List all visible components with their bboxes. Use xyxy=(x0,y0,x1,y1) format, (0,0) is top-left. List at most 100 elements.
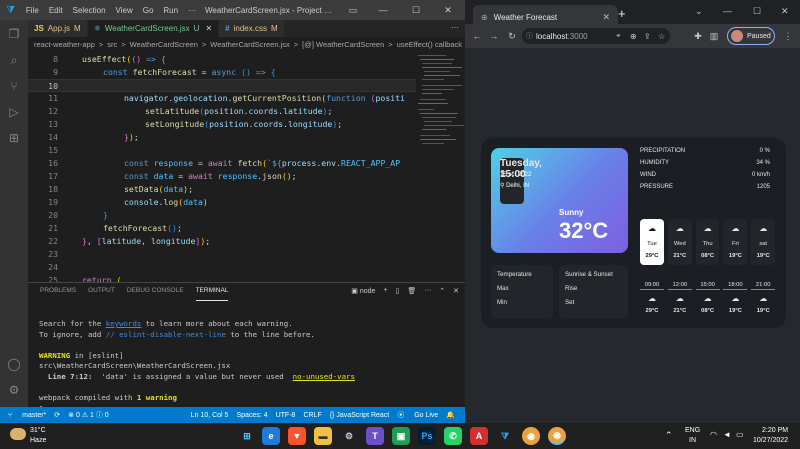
trash-icon[interactable]: 🗑 xyxy=(407,287,416,295)
clock-time[interactable]: 2:20 PM xyxy=(762,427,788,434)
app-icon[interactable]: ▣ xyxy=(392,427,410,445)
close-panel-icon[interactable]: ✕ xyxy=(453,287,459,295)
share-icon[interactable]: ⇪ xyxy=(644,32,651,41)
clock-date[interactable]: 10/27/2022 xyxy=(753,437,788,444)
code-editor[interactable]: 8 useEffect(() => { 9 const fetchForecast … xyxy=(28,51,465,282)
forward-arrow-icon[interactable]: → xyxy=(487,29,501,43)
menu-run[interactable]: Run xyxy=(158,6,183,15)
hour-forecast[interactable]: 18:00 ☁ 19°C xyxy=(723,280,748,320)
volume-icon[interactable]: ◄ xyxy=(723,430,731,439)
hour-forecast[interactable]: 12:00 ☁ 21°C xyxy=(667,280,692,320)
sidebar-icon[interactable]: ▥ xyxy=(707,29,721,43)
close-icon[interactable]: ✕ xyxy=(205,24,212,33)
account-icon[interactable]: ◯ xyxy=(6,356,22,372)
brave-icon[interactable]: ▼ xyxy=(288,427,306,445)
minimap[interactable] xyxy=(416,51,465,282)
reload-icon[interactable]: ↻ xyxy=(505,29,519,43)
lang-bottom[interactable]: IN xyxy=(689,437,696,444)
close-tab-icon[interactable]: ✕ xyxy=(602,12,610,23)
day-forecast[interactable]: ☁ Thu 08°C xyxy=(695,219,720,265)
tab-weathercardscreen-jsx[interactable]: ⚛ WeatherCardScreen.jsx U ✕ xyxy=(87,20,220,37)
hour-forecast[interactable]: 15:00 ☁ 08°C xyxy=(695,280,720,320)
extensions-icon[interactable]: ✚ xyxy=(691,29,705,43)
more-actions-icon[interactable]: ··· xyxy=(451,23,459,32)
tab-problems[interactable]: PROBLEMS xyxy=(40,287,76,301)
terminal-output[interactable]: Search for the keywords to learn more ab… xyxy=(39,319,355,414)
run-debug-icon[interactable]: ▷ xyxy=(6,104,22,120)
breadcrumb-item[interactable]: react-weather-app xyxy=(34,40,95,49)
menu-more[interactable]: ··· xyxy=(183,6,201,15)
day-forecast[interactable]: ☁ Tue 29°C xyxy=(640,219,664,265)
terminal-link[interactable]: keywords xyxy=(106,319,142,328)
day-forecast[interactable]: ☁ Wed 21°C xyxy=(667,219,692,265)
tab-index-css[interactable]: # index.css M xyxy=(219,20,285,37)
settings-icon[interactable]: ⚙ xyxy=(340,427,358,445)
breadcrumb-item[interactable]: src xyxy=(107,40,117,49)
back-arrow-icon[interactable]: ← xyxy=(470,29,484,43)
maximize-panel-icon[interactable]: ⌃ xyxy=(439,287,445,295)
teams-icon[interactable]: T xyxy=(366,427,384,445)
chrome-icon[interactable]: ◉ xyxy=(522,427,540,445)
settings-gear-icon[interactable]: ⚙ xyxy=(6,382,22,398)
terminal-shell-icon[interactable]: ▣ node xyxy=(351,287,375,295)
more-actions-icon[interactable]: ··· xyxy=(424,287,431,295)
close-window-button[interactable]: ✕ xyxy=(781,6,789,17)
zoom-icon[interactable]: ⊕ xyxy=(630,32,637,41)
profile-button[interactable]: Paused xyxy=(727,27,775,45)
menu-edit[interactable]: Edit xyxy=(44,6,68,15)
breadcrumb-item[interactable]: useEffect() callback xyxy=(397,40,462,49)
hour-forecast[interactable]: 09:00 ☁ 29°C xyxy=(640,280,664,320)
minimize-button[interactable]: — xyxy=(723,6,732,16)
whatsapp-icon[interactable]: ✆ xyxy=(444,427,462,445)
language-mode[interactable]: {} JavaScript React xyxy=(330,412,390,419)
edge-icon[interactable]: e xyxy=(262,427,280,445)
maximize-button[interactable]: ☐ xyxy=(753,6,761,17)
problems-status[interactable]: ⊗ 0 ⚠ 1 ⓘ 0 xyxy=(68,410,109,420)
vscode-icon[interactable]: ⧩ xyxy=(496,427,514,445)
bookmark-star-icon[interactable]: ☆ xyxy=(658,32,665,41)
tab-search-icon[interactable]: ⌄ xyxy=(695,6,703,17)
menu-go[interactable]: Go xyxy=(138,6,159,15)
explorer-icon[interactable]: ❐ xyxy=(6,26,22,42)
terminal-link[interactable]: no-unused-vars xyxy=(293,372,355,381)
new-tab-button[interactable]: + xyxy=(618,6,626,21)
split-terminal-icon[interactable]: ▯ xyxy=(396,287,400,295)
menu-view[interactable]: View xyxy=(111,6,138,15)
maximize-button[interactable]: ☐ xyxy=(405,0,427,20)
git-branch[interactable]: ⑂ master* xyxy=(8,412,46,419)
battery-icon[interactable]: ▭ xyxy=(736,430,744,439)
wifi-icon[interactable]: ◠ xyxy=(710,430,717,439)
notifications-bell-icon[interactable]: 🔔 xyxy=(446,411,455,419)
cursor-position[interactable]: Ln 10, Col 5 xyxy=(191,412,229,419)
sync-icon[interactable]: ⟳ xyxy=(54,411,60,419)
close-button[interactable]: ✕ xyxy=(437,0,459,20)
hour-forecast[interactable]: 21:00 ☁ 19°C xyxy=(751,280,776,320)
go-live-button[interactable]: ⦿ Go Live xyxy=(397,410,438,420)
tab-debug-console[interactable]: DEBUG CONSOLE xyxy=(127,287,184,301)
line-ending[interactable]: CRLF xyxy=(303,412,321,419)
site-info-icon[interactable]: ⓘ xyxy=(526,31,533,41)
chevron-up-icon[interactable]: ⌃ xyxy=(665,430,673,441)
tab-terminal[interactable]: TERMINAL xyxy=(195,287,229,301)
minimize-button[interactable]: — xyxy=(372,0,394,20)
menu-file[interactable]: File xyxy=(21,6,44,15)
angular-icon[interactable]: A xyxy=(470,427,488,445)
menu-selection[interactable]: Selection xyxy=(68,6,111,15)
location-icon[interactable]: ⌖ xyxy=(616,31,621,41)
day-forecast[interactable]: ☁ Fri 19°C xyxy=(723,219,748,265)
tab-app-js[interactable]: JS App.js M xyxy=(28,20,88,37)
search-icon[interactable]: ⌕ xyxy=(6,52,22,68)
weather-widget[interactable]: 31°C Haze xyxy=(8,426,68,446)
chrome-menu-icon[interactable]: ⋮ xyxy=(781,29,795,43)
file-explorer-icon[interactable]: ▬ xyxy=(314,427,332,445)
indentation[interactable]: Spaces: 4 xyxy=(236,412,267,419)
day-forecast[interactable]: ☁ sat 19°C xyxy=(751,219,775,265)
new-terminal-button[interactable]: + xyxy=(383,287,387,295)
layout-icon[interactable]: ▭ xyxy=(342,0,364,20)
address-bar[interactable]: ⓘ localhost:3000 ⌖ ⊕ ⇪ ☆ xyxy=(522,28,670,44)
photoshop-icon[interactable]: Ps xyxy=(418,427,436,445)
tab-output[interactable]: OUTPUT xyxy=(88,287,115,301)
extensions-icon[interactable]: ⊞ xyxy=(6,130,22,146)
source-control-icon[interactable]: ⑂ xyxy=(6,78,22,94)
breadcrumb-item[interactable]: [@] WeatherCardScreen xyxy=(302,40,384,49)
